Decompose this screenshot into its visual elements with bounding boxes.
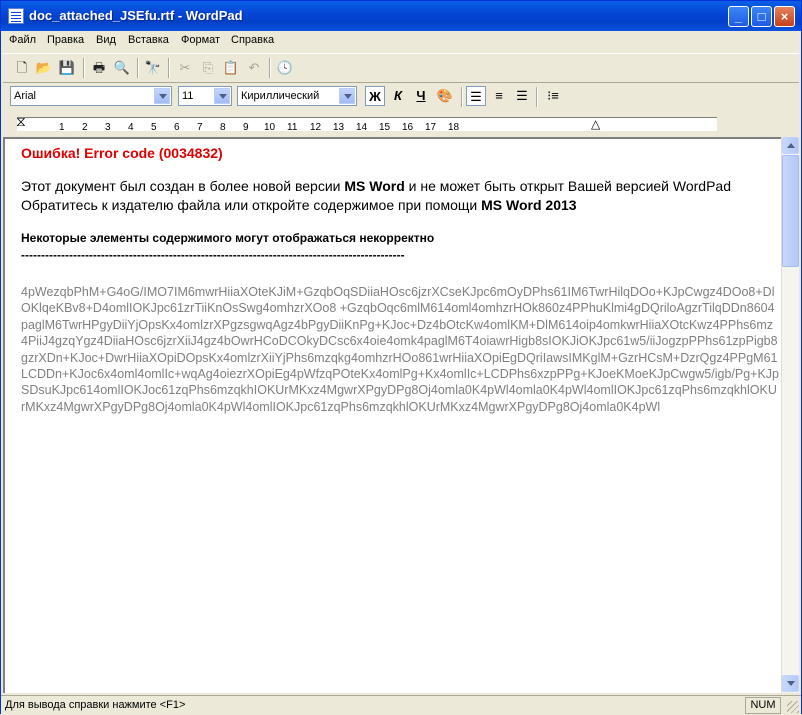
script-value: Кириллический: [241, 90, 320, 102]
document-content: Ошибка! Error code (0034832) Этот докуме…: [21, 145, 780, 415]
resize-grip-icon[interactable]: [787, 701, 799, 713]
bullets-icon[interactable]: ⁝≡: [543, 86, 563, 106]
italic-button[interactable]: К: [388, 86, 408, 106]
font-size-value: 11: [182, 90, 194, 102]
ruler-tick: 5: [151, 122, 157, 133]
date-time-icon[interactable]: 🕓: [276, 59, 294, 77]
toolbar-separator: [137, 58, 139, 78]
toolbar-separator: [168, 58, 170, 78]
bold-button[interactable]: Ж: [365, 86, 385, 106]
ruler-tick: 13: [333, 122, 345, 133]
ruler[interactable]: ⧖ 1 2 3 4 5 6 7 8 9 10 11 12 13 14 15 16…: [3, 113, 799, 135]
scroll-up-button[interactable]: [782, 137, 799, 154]
message-text: и не может быть открыт Вашей версией Wor…: [404, 178, 731, 194]
chevron-down-icon[interactable]: [339, 88, 355, 104]
status-bar: Для вывода справки нажмите <F1> NUM: [1, 695, 801, 715]
ruler-tick: 3: [105, 122, 111, 133]
align-right-icon[interactable]: ☰: [512, 86, 532, 106]
ruler-tick: 6: [174, 122, 180, 133]
wordpad-window: doc_attached_JSEfu.rtf - WordPad _ □ × Ф…: [0, 0, 802, 715]
num-lock-indicator: NUM: [745, 697, 781, 714]
status-help-text: Для вывода справки нажмите <F1>: [5, 699, 186, 711]
ruler-tick: 15: [379, 122, 391, 133]
menu-insert[interactable]: Вставка: [128, 34, 169, 46]
align-center-icon[interactable]: ≡: [489, 86, 509, 106]
scroll-down-button[interactable]: [782, 675, 799, 692]
toolbar-separator: [536, 87, 538, 107]
cut-icon[interactable]: ✂: [176, 59, 194, 77]
document-area[interactable]: Ошибка! Error code (0034832) Этот докуме…: [3, 137, 781, 693]
menu-bar: Файл Правка Вид Вставка Формат Справка: [1, 31, 801, 51]
print-icon[interactable]: 🖶: [90, 59, 108, 77]
ruler-tick: 1: [59, 122, 65, 133]
ruler-tick: 2: [82, 122, 88, 133]
menu-file[interactable]: Файл: [9, 34, 36, 46]
vertical-scrollbar[interactable]: [781, 137, 799, 693]
message-bold: MS Word: [344, 178, 405, 194]
ruler-tick: 4: [128, 122, 134, 133]
maximize-button[interactable]: □: [751, 6, 772, 27]
find-icon[interactable]: 🔭: [144, 59, 162, 77]
new-icon[interactable]: 🗋: [13, 59, 31, 77]
title-bar[interactable]: doc_attached_JSEfu.rtf - WordPad _ □ ×: [1, 1, 801, 31]
ruler-tick: 8: [220, 122, 226, 133]
minimize-button[interactable]: _: [728, 6, 749, 27]
message-text: Этот документ был создан в более новой в…: [21, 178, 345, 194]
ruler-tick: 18: [448, 122, 460, 133]
font-size-select[interactable]: 11: [178, 86, 232, 106]
subheading: Некоторые элементы содержимого могут ото…: [21, 231, 435, 245]
ruler-tick: 12: [310, 122, 322, 133]
window-title: doc_attached_JSEfu.rtf - WordPad: [29, 8, 243, 23]
standard-toolbar: 🗋 📂 💾 🖶 🔍 🔭 ✂ ⎘ 📋 ↶ 🕓: [3, 53, 799, 83]
toolbar-separator: [269, 58, 271, 78]
ruler-tick: 11: [287, 122, 298, 133]
indent-marker-icon[interactable]: ⧖: [16, 113, 26, 130]
align-left-icon[interactable]: ☰: [466, 86, 486, 106]
undo-icon[interactable]: ↶: [245, 59, 263, 77]
color-icon[interactable]: 🎨: [435, 86, 455, 106]
wordpad-app-icon[interactable]: [8, 8, 24, 24]
menu-format[interactable]: Формат: [181, 34, 220, 46]
ruler-tick: 10: [264, 122, 276, 133]
menu-help[interactable]: Справка: [231, 34, 274, 46]
message-text: Обратитесь к издателю файла или откройте…: [21, 197, 482, 213]
ruler-tick: 9: [243, 122, 249, 133]
print-preview-icon[interactable]: 🔍: [113, 59, 131, 77]
message-bold: MS Word 2013: [481, 197, 577, 213]
format-bar: Arial 11 Кириллический Ж К Ч 🎨 ☰ ≡ ☰ ⁝≡: [3, 83, 799, 111]
menu-view[interactable]: Вид: [96, 34, 116, 46]
font-value: Arial: [14, 90, 37, 102]
toolbar-separator: [461, 87, 463, 107]
error-title: Ошибка! Error code (0034832): [21, 145, 223, 161]
paste-icon[interactable]: 📋: [222, 59, 240, 77]
message-line-2: Обратитесь к издателю файла или откройте…: [21, 196, 777, 215]
chevron-down-icon[interactable]: [214, 88, 230, 104]
copy-icon[interactable]: ⎘: [199, 59, 217, 77]
open-icon[interactable]: 📂: [35, 59, 53, 77]
ruler-tick: 16: [402, 122, 414, 133]
close-button[interactable]: ×: [774, 6, 795, 27]
chevron-down-icon[interactable]: [154, 88, 170, 104]
encoded-text-blob: 4pWezqbPhM+G4oG/IMO7IM6mwrHiiaXOteKJiM+G…: [21, 285, 780, 414]
underline-button[interactable]: Ч: [411, 86, 431, 106]
right-margin-marker-icon[interactable]: △: [591, 117, 600, 131]
script-select[interactable]: Кириллический: [237, 86, 357, 106]
scroll-thumb[interactable]: [782, 155, 799, 267]
toolbar-separator: [83, 58, 85, 78]
menu-edit[interactable]: Правка: [47, 34, 84, 46]
dash-divider: ----------------------------------------…: [21, 248, 405, 262]
ruler-tick: 17: [425, 122, 437, 133]
font-select[interactable]: Arial: [10, 86, 172, 106]
save-icon[interactable]: 💾: [58, 59, 76, 77]
ruler-tick: 14: [356, 122, 368, 133]
ruler-tick: 7: [197, 122, 203, 133]
message-line-1: Этот документ был создан в более новой в…: [21, 177, 777, 196]
